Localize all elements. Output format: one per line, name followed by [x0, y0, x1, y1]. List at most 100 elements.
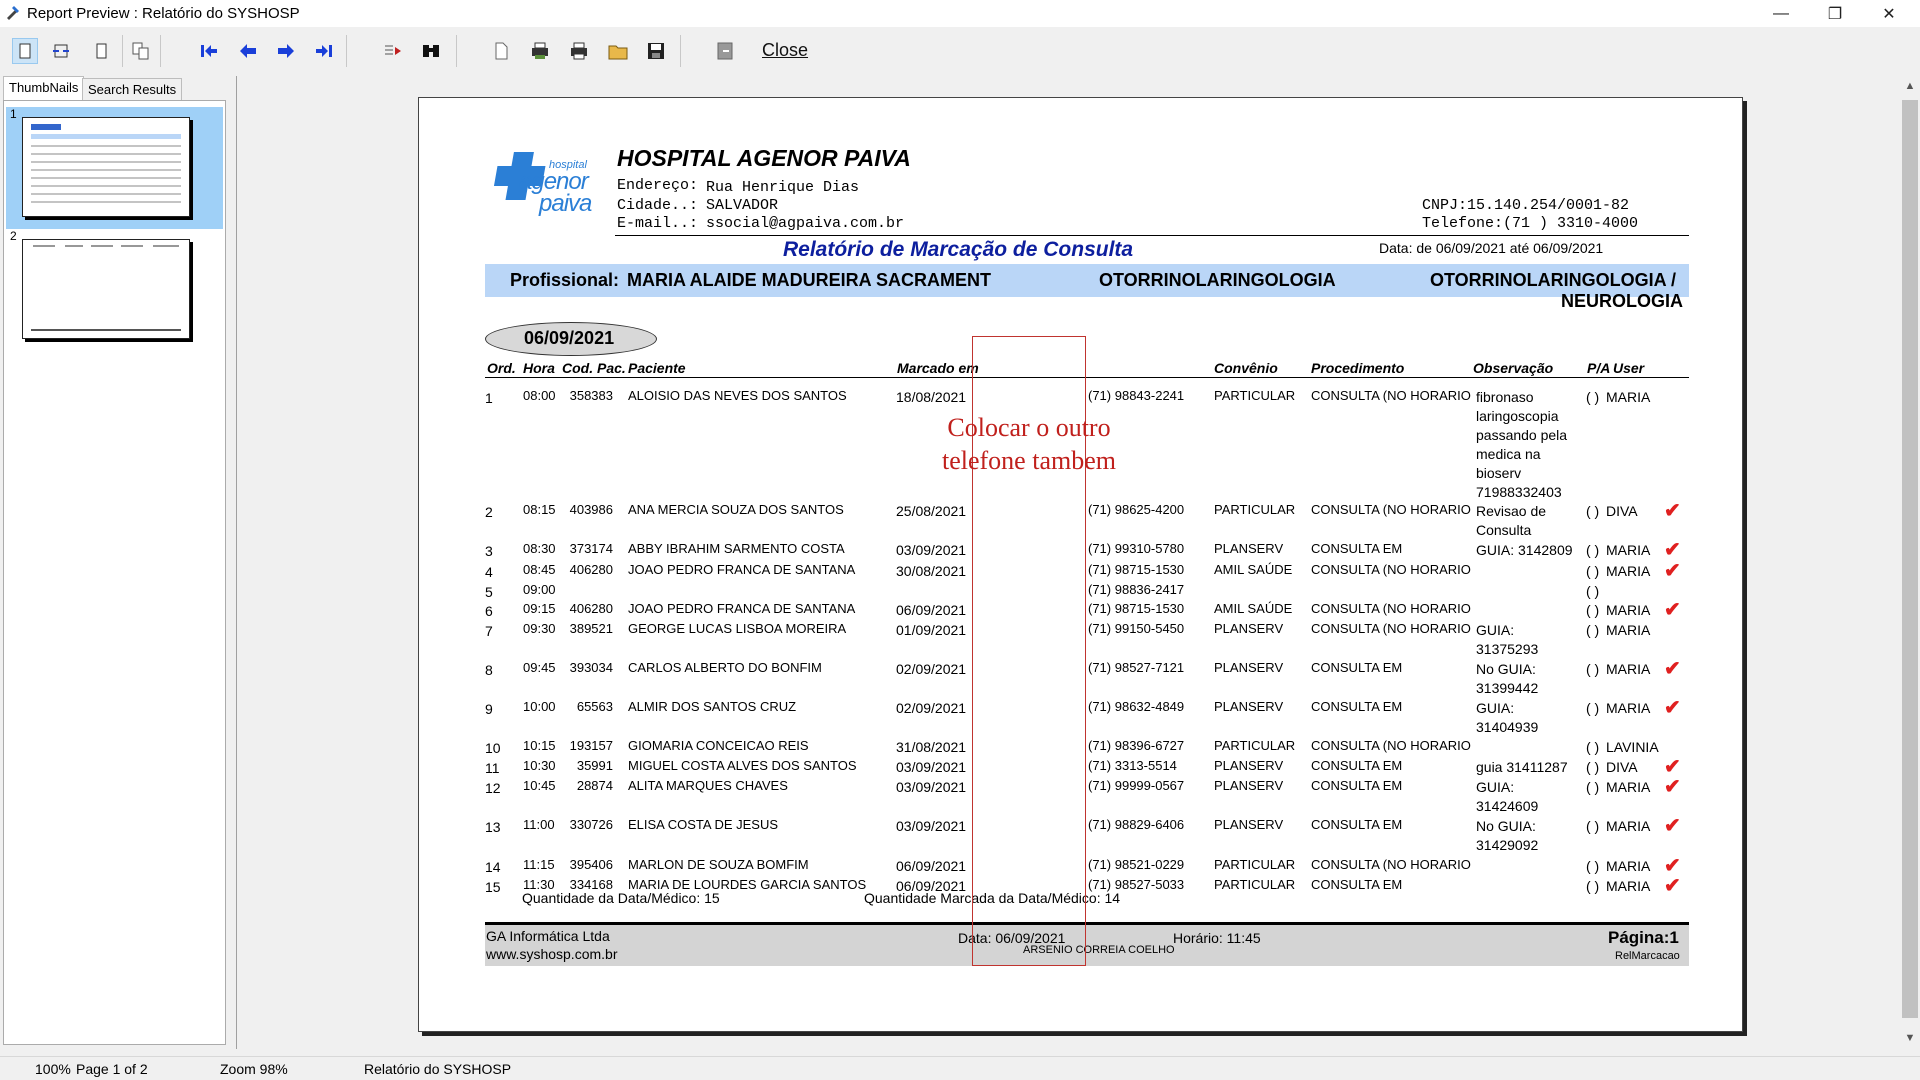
row-user: MARIA — [1606, 878, 1651, 894]
row-paciente: ALOISIO DAS NEVES DOS SANTOS — [628, 388, 847, 403]
cnpj: CNPJ:15.140.254/0001-82 — [1422, 197, 1630, 214]
page-width-button[interactable] — [12, 38, 38, 64]
row-observacao: 31399442 — [1476, 680, 1539, 696]
row-telefone: (71) 99999-0567 — [1088, 778, 1185, 793]
row-convenio: AMIL SAÚDE — [1214, 601, 1293, 616]
scrollbar-thumb[interactable] — [1902, 100, 1918, 1018]
status-page: Page 1 of 2 — [76, 1061, 148, 1077]
floppy-disk-icon — [648, 43, 664, 59]
row-cod: 393034 — [569, 660, 613, 675]
row-paciente: ANA MERCIA SOUZA DOS SANTOS — [628, 502, 844, 517]
telefone: Telefone:(71 ) 3310-4000 — [1422, 215, 1639, 232]
row-cod: 28874 — [576, 778, 613, 793]
row-observacao: fibronaso — [1476, 389, 1534, 405]
goto-page-button[interactable] — [380, 38, 406, 64]
row-procedimento: CONSULTA (NO HORARIO — [1311, 621, 1471, 636]
thumbnail-list[interactable]: 1 2 — [3, 100, 226, 1045]
row-observacao: Consulta — [1476, 522, 1532, 538]
row-user: DIVA — [1606, 503, 1638, 519]
exit-button[interactable] — [712, 38, 738, 64]
row-user: MARIA — [1606, 602, 1651, 618]
row-cod: 358383 — [569, 388, 613, 403]
vertical-scrollbar[interactable]: ▲ ▼ — [1900, 76, 1920, 1049]
row-user: MARIA — [1606, 858, 1651, 874]
row-user: MARIA — [1606, 661, 1651, 677]
status-zoom: Zoom 98% — [220, 1061, 288, 1077]
red-check-icon: ✔ — [1664, 875, 1681, 897]
print-button[interactable] — [566, 38, 592, 64]
annotation-text: Colocar o outro telefone tambem — [899, 411, 1159, 477]
row-marcado: 30/08/2021 — [896, 563, 967, 579]
row-pa: ( ) — [1586, 700, 1600, 716]
row-marcado: 03/09/2021 — [896, 779, 967, 795]
row-ord: 11 — [485, 760, 500, 776]
row-hora: 11:00 — [523, 817, 555, 832]
row-ord: 6 — [485, 603, 493, 619]
last-page-button[interactable] — [311, 38, 337, 64]
arrow-right-icon — [278, 44, 294, 58]
restore-button[interactable]: ❐ — [1812, 0, 1858, 27]
single-page-button[interactable] — [88, 38, 114, 64]
row-observacao: 31375293 — [1476, 641, 1539, 657]
scroll-down-icon[interactable]: ▼ — [1900, 1028, 1920, 1048]
row-telefone: (71) 98521-0229 — [1088, 857, 1185, 872]
footer-site: www.syshosp.com.br — [486, 946, 618, 962]
col-ord: Ord. — [487, 360, 516, 376]
row-observacao: GUIA: — [1476, 700, 1515, 716]
fit-page-button[interactable] — [48, 38, 74, 64]
last-page-icon — [316, 45, 332, 57]
professional-label: Profissional: — [510, 270, 620, 290]
row-pa: ( ) — [1586, 503, 1600, 519]
row-cod: 406280 — [569, 562, 613, 577]
open-button[interactable] — [605, 38, 631, 64]
row-procedimento: CONSULTA (NO HORARIO — [1311, 388, 1471, 403]
row-paciente: GEORGE LUCAS LISBOA MOREIRA — [628, 621, 847, 636]
multi-page-icon — [132, 42, 149, 60]
row-marcado: 06/09/2021 — [896, 878, 967, 894]
close-button[interactable]: Close — [762, 40, 808, 61]
first-page-button[interactable] — [196, 38, 222, 64]
next-page-button[interactable] — [273, 38, 299, 64]
thumbnail-page-2[interactable]: 2 — [6, 229, 223, 351]
row-telefone: (71) 98396-6727 — [1088, 738, 1185, 753]
row-procedimento: CONSULTA (NO HORARIO — [1311, 562, 1471, 577]
row-telefone: (71) 98527-7121 — [1088, 660, 1185, 675]
row-pa: ( ) — [1586, 583, 1600, 599]
row-procedimento: CONSULTA (NO HORARIO — [1311, 857, 1471, 872]
scroll-up-icon[interactable]: ▲ — [1900, 76, 1920, 96]
row-procedimento: CONSULTA (NO HORARIO — [1311, 601, 1471, 616]
row-procedimento: CONSULTA EM — [1311, 541, 1403, 556]
thumbnail-page-1[interactable]: 1 — [6, 107, 223, 229]
close-window-button[interactable]: ✕ — [1866, 0, 1912, 27]
printer-setup-button[interactable] — [527, 38, 553, 64]
row-marcado: 03/09/2021 — [896, 759, 967, 775]
address-label: Endereço: — [617, 177, 699, 194]
row-marcado: 25/08/2021 — [896, 503, 967, 519]
tab-thumbnails[interactable]: ThumbNails — [3, 76, 85, 100]
row-convenio: PLANSERV — [1214, 758, 1284, 773]
row-telefone: (71) 98527-5033 — [1088, 877, 1185, 892]
email-value: ssocial@agpaiva.com.br — [706, 215, 905, 232]
row-pa: ( ) — [1586, 542, 1600, 558]
prev-page-button[interactable] — [235, 38, 261, 64]
red-check-icon: ✔ — [1664, 658, 1681, 680]
annotation-line-2: telefone tambem — [942, 446, 1116, 475]
minimize-button[interactable]: — — [1758, 0, 1804, 27]
red-check-icon: ✔ — [1664, 500, 1681, 522]
row-user: MARIA — [1606, 389, 1651, 405]
row-cod: 403986 — [569, 502, 613, 517]
row-cod: 334168 — [569, 877, 613, 892]
red-check-icon: ✔ — [1664, 697, 1681, 719]
multi-page-button[interactable] — [128, 38, 154, 64]
row-paciente: CARLOS ALBERTO DO BONFIM — [628, 660, 822, 675]
footer-horario: Horário: 11:45 — [1173, 930, 1261, 946]
window-title: Report Preview : Relatório do SYSHOSP — [27, 5, 300, 22]
search-button[interactable] — [418, 38, 444, 64]
tab-search-results[interactable]: Search Results — [82, 78, 183, 100]
row-marcado: 06/09/2021 — [896, 858, 967, 874]
row-marcado: 06/09/2021 — [896, 602, 967, 618]
new-page-button[interactable] — [488, 38, 514, 64]
row-pa: ( ) — [1586, 818, 1600, 834]
save-button[interactable] — [643, 38, 669, 64]
row-ord: 5 — [485, 584, 493, 600]
